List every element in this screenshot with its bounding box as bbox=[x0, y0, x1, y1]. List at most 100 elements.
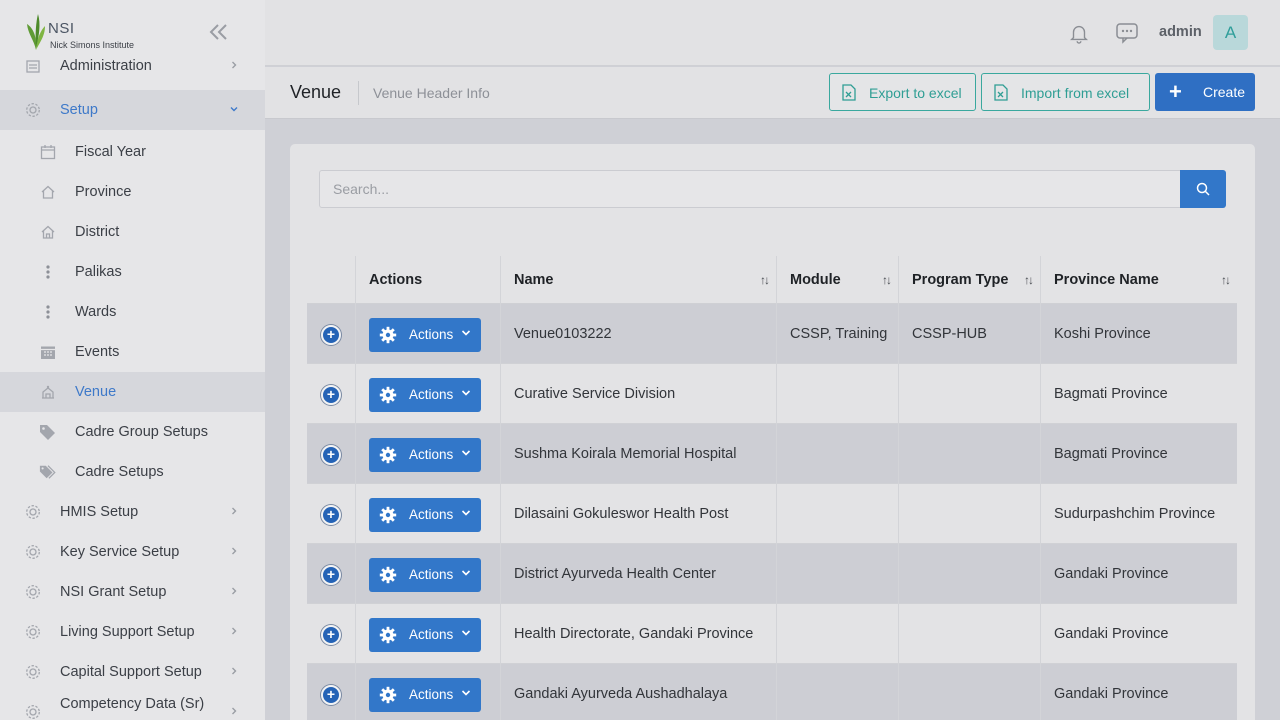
expand-row-icon[interactable]: + bbox=[321, 685, 341, 705]
chevron-down-icon bbox=[461, 450, 471, 456]
plus-icon: + bbox=[1169, 79, 1182, 104]
row-actions-button[interactable]: Actions bbox=[369, 318, 481, 352]
sidebar-item-label: NSI Grant Setup bbox=[60, 584, 167, 600]
column-name-label: Name bbox=[514, 272, 554, 288]
chevron-right-icon bbox=[229, 545, 239, 559]
module-cell bbox=[776, 544, 898, 604]
sidebar-item-capital-support-setup[interactable]: Capital Support Setup bbox=[0, 652, 265, 692]
sidebar-item-district[interactable]: District bbox=[0, 212, 265, 252]
table-row: + Sushma Koirala Memorial Hospital Bagmati… bbox=[307, 424, 1237, 484]
page-header: Venue Venue Header Info Export to excel … bbox=[265, 67, 1280, 119]
gear-icon bbox=[24, 623, 42, 641]
column-program-type[interactable]: Program Type ↑↓ bbox=[898, 256, 1040, 304]
chevron-right-icon bbox=[229, 705, 239, 719]
column-province-name[interactable]: Province Name ↑↓ bbox=[1040, 256, 1237, 304]
sidebar-item-label: Capital Support Setup bbox=[60, 664, 202, 680]
expand-row-icon[interactable]: + bbox=[321, 445, 341, 465]
chevron-down-icon bbox=[461, 690, 471, 696]
column-program-type-label: Program Type bbox=[912, 272, 1009, 288]
username[interactable]: admin bbox=[1159, 24, 1202, 40]
sidebar-item-setup[interactable]: Setup bbox=[0, 90, 265, 130]
sidebar-item-competency-data-sr[interactable]: Competency Data (Sr) bbox=[0, 692, 265, 720]
bell-icon[interactable] bbox=[1068, 22, 1090, 44]
sidebar-item-label: District bbox=[75, 224, 120, 240]
create-button[interactable]: + Create bbox=[1155, 73, 1255, 111]
collapse-sidebar-icon[interactable] bbox=[208, 22, 234, 44]
sort-icon[interactable]: ↑↓ bbox=[1024, 273, 1034, 287]
province-cell: Sudurpashchim Province bbox=[1040, 484, 1237, 544]
gear-icon bbox=[379, 626, 397, 644]
row-actions-button[interactable]: Actions bbox=[369, 378, 481, 412]
module-cell: CSSP, Training bbox=[776, 304, 898, 364]
expand-row-icon[interactable]: + bbox=[321, 625, 341, 645]
sidebar-item-wards[interactable]: Wards bbox=[0, 292, 265, 332]
province-cell: Gandaki Province bbox=[1040, 604, 1237, 664]
actions-label: Actions bbox=[409, 627, 454, 642]
admin-icon bbox=[24, 57, 42, 75]
column-name[interactable]: Name ↑↓ bbox=[500, 256, 776, 304]
gear-icon bbox=[379, 686, 397, 704]
tags-icon bbox=[39, 463, 57, 481]
sidebar-item-events[interactable]: Events bbox=[0, 332, 265, 372]
expand-cell: + bbox=[307, 484, 355, 544]
gear-icon bbox=[24, 543, 42, 561]
import-excel-button[interactable]: Import from excel bbox=[981, 73, 1150, 111]
chat-icon[interactable] bbox=[1115, 22, 1139, 44]
sidebar-item-province[interactable]: Province bbox=[0, 172, 265, 212]
chevron-down-icon bbox=[461, 390, 471, 396]
venue-icon bbox=[39, 383, 57, 401]
program-type-cell bbox=[898, 424, 1040, 484]
sidebar-item-venue[interactable]: Venue bbox=[0, 372, 265, 412]
actions-label: Actions bbox=[409, 507, 454, 522]
sidebar-item-nsi-grant-setup[interactable]: NSI Grant Setup bbox=[0, 572, 265, 612]
chevron-down-icon bbox=[461, 570, 471, 576]
search-input[interactable] bbox=[319, 170, 1181, 208]
row-actions-button[interactable]: Actions bbox=[369, 498, 481, 532]
expand-row-icon[interactable]: + bbox=[321, 565, 341, 585]
sidebar-item-label: Venue bbox=[75, 384, 117, 400]
program-type-cell: CSSP-HUB bbox=[898, 304, 1040, 364]
search-button[interactable] bbox=[1180, 170, 1226, 208]
sidebar-item-key-service-setup[interactable]: Key Service Setup bbox=[0, 532, 265, 572]
row-actions-button[interactable]: Actions bbox=[369, 438, 481, 472]
sort-icon[interactable]: ↑↓ bbox=[760, 273, 770, 287]
sidebar-item-cadre-group-setups[interactable]: Cadre Group Setups bbox=[0, 412, 265, 452]
sidebar-item-label: Key Service Setup bbox=[60, 544, 180, 560]
name-cell: Curative Service Division bbox=[500, 364, 776, 424]
sidebar-item-label: Fiscal Year bbox=[75, 144, 146, 160]
sidebar-item-living-support-setup[interactable]: Living Support Setup bbox=[0, 612, 265, 652]
province-cell: Koshi Province bbox=[1040, 304, 1237, 364]
expand-row-icon[interactable]: + bbox=[321, 385, 341, 405]
expand-row-icon[interactable]: + bbox=[321, 325, 341, 345]
sidebar-item-administration[interactable]: Administration bbox=[0, 46, 265, 86]
sidebar-item-label: Palikas bbox=[75, 264, 122, 280]
sidebar-item-label: Cadre Setups bbox=[75, 464, 164, 480]
avatar[interactable]: A bbox=[1213, 15, 1248, 50]
province-cell: Gandaki Province bbox=[1040, 544, 1237, 604]
sort-icon[interactable]: ↑↓ bbox=[882, 273, 892, 287]
row-actions-button[interactable]: Actions bbox=[369, 678, 481, 712]
chevron-down-icon bbox=[461, 510, 471, 516]
sidebar-item-cadre-setups[interactable]: Cadre Setups bbox=[0, 452, 265, 492]
table-row: + Health Directorate, Gandaki Province Gan… bbox=[307, 604, 1237, 664]
sidebar-item-fiscal-year[interactable]: Fiscal Year bbox=[0, 132, 265, 172]
gear-icon bbox=[24, 503, 42, 521]
row-actions-button[interactable]: Actions bbox=[369, 558, 481, 592]
sidebar-item-palikas[interactable]: Palikas bbox=[0, 252, 265, 292]
expand-row-icon[interactable]: + bbox=[321, 505, 341, 525]
table-row: + District Ayurveda Health Center Gandaki … bbox=[307, 544, 1237, 604]
row-actions-button[interactable]: Actions bbox=[369, 618, 481, 652]
export-excel-button[interactable]: Export to excel bbox=[829, 73, 976, 111]
column-module[interactable]: Module ↑↓ bbox=[776, 256, 898, 304]
sidebar-item-label: Administration bbox=[60, 58, 152, 74]
table-row: + Dilasaini Gokuleswor Health Post Sudurpa… bbox=[307, 484, 1237, 544]
search-icon bbox=[1196, 182, 1210, 196]
expand-cell: + bbox=[307, 604, 355, 664]
province-cell: Gandaki Province bbox=[1040, 664, 1237, 720]
create-label: Create bbox=[1203, 84, 1246, 100]
sidebar-item-hmis-setup[interactable]: HMIS Setup bbox=[0, 492, 265, 532]
page-subtitle: Venue Header Info bbox=[373, 85, 490, 101]
chevron-down-icon bbox=[461, 330, 471, 336]
name-cell: Dilasaini Gokuleswor Health Post bbox=[500, 484, 776, 544]
sort-icon[interactable]: ↑↓ bbox=[1221, 273, 1231, 287]
